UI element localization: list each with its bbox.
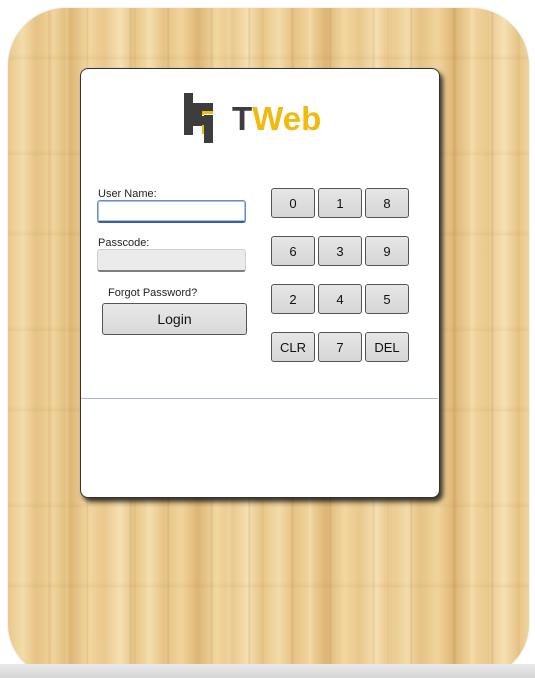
- tweb-logo: T Web: [178, 89, 321, 145]
- logo-web-text: Web: [252, 100, 322, 137]
- keypad-key-4[interactable]: 4: [318, 284, 362, 314]
- keypad-key-8[interactable]: 8: [365, 188, 409, 218]
- tweb-logo-mark-icon: [184, 93, 213, 143]
- keypad-key-0[interactable]: 0: [271, 188, 315, 218]
- keypad-key-1[interactable]: 1: [318, 188, 362, 218]
- bottom-strip: [0, 664, 535, 678]
- panel-divider: [81, 398, 438, 399]
- keypad-clear-button[interactable]: CLR: [271, 332, 315, 362]
- login-button[interactable]: Login: [102, 303, 247, 335]
- keypad-key-3[interactable]: 3: [318, 236, 362, 266]
- keypad-delete-button[interactable]: DEL: [365, 332, 409, 362]
- username-label: User Name:: [98, 188, 157, 200]
- passcode-input[interactable]: [97, 249, 246, 272]
- keypad: 0 1 8 6 3 9 2 4 5 CLR 7 DEL: [271, 188, 413, 362]
- username-input[interactable]: [97, 200, 246, 223]
- passcode-label: Passcode:: [98, 237, 150, 249]
- keypad-key-6[interactable]: 6: [271, 236, 315, 266]
- forgot-password-link[interactable]: Forgot Password?: [108, 287, 197, 299]
- keypad-key-5[interactable]: 5: [365, 284, 409, 314]
- keypad-key-7[interactable]: 7: [318, 332, 362, 362]
- keypad-key-9[interactable]: 9: [365, 236, 409, 266]
- logo-t-text: T: [232, 100, 253, 137]
- keypad-key-2[interactable]: 2: [271, 284, 315, 314]
